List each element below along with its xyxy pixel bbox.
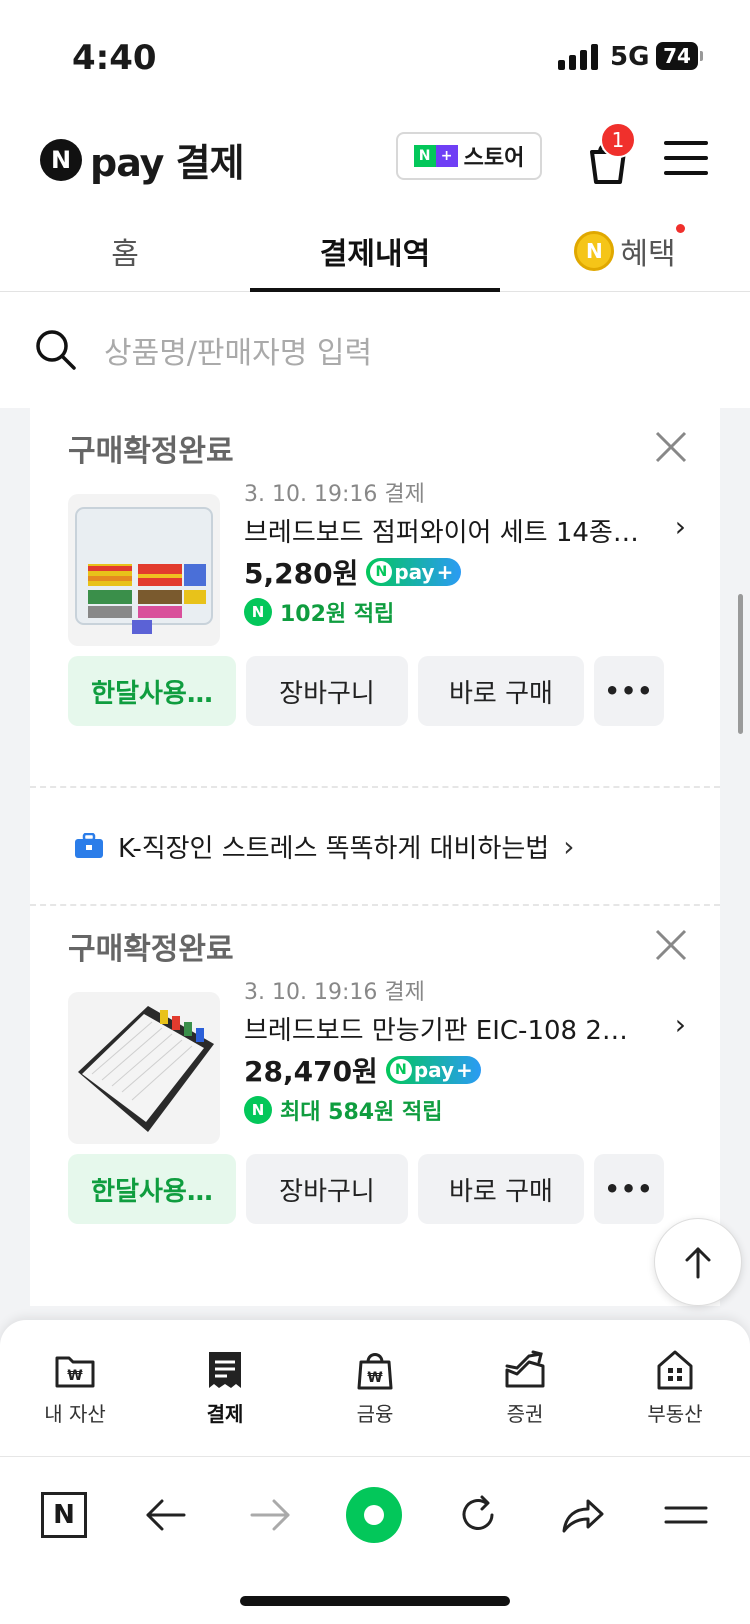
buy-now-button[interactable]: 바로 구매 (418, 656, 584, 726)
monthly-use-button[interactable]: 한달사용… (68, 1154, 236, 1224)
reward-points: N 최대 584원 적립 (244, 1094, 442, 1126)
refresh-button[interactable] (448, 1485, 508, 1545)
nav-real-estate[interactable]: 부동산 (600, 1348, 750, 1456)
svg-text:₩: ₩ (67, 1368, 83, 1384)
browser-menu-button[interactable] (656, 1485, 716, 1545)
naver-home-button[interactable]: N (34, 1485, 94, 1545)
nav-stocks[interactable]: 증권 (450, 1348, 600, 1456)
order-status: 구매확정완료 (68, 932, 234, 967)
share-arrow-icon (562, 1499, 604, 1533)
brand-title: pay 결제 (90, 141, 245, 185)
status-bar: 4:40 5G 74 (0, 0, 750, 110)
add-to-cart-button[interactable]: 장바구니 (246, 1154, 408, 1224)
naver-n-icon: N (41, 1492, 87, 1538)
wallet-folder-icon: ₩ (55, 1356, 95, 1388)
search-icon (36, 330, 76, 370)
money-bag-icon: ₩ (357, 1353, 393, 1390)
add-to-cart-button[interactable]: 장바구니 (246, 656, 408, 726)
product-title[interactable]: 브레드보드 점퍼와이어 세트 14종 … (244, 512, 644, 549)
naver-point-icon: N (244, 1096, 272, 1124)
scroll-to-top-button[interactable] (654, 1218, 742, 1306)
arrow-up-icon (685, 1247, 711, 1279)
main-tabs: 홈 결제내역 N 혜택 (0, 210, 750, 292)
briefcase-icon (75, 833, 103, 858)
share-button[interactable] (552, 1485, 612, 1545)
bottom-navigation: ₩ 내 자산 결제 ₩ 금융 증권 부동산 (0, 1320, 750, 1456)
n-icon: N (389, 1059, 412, 1081)
n-icon: N (370, 561, 393, 583)
arrow-left-icon (146, 1499, 186, 1531)
tab-benefits[interactable]: N 혜택 (500, 210, 750, 291)
order-actions: 한달사용… 장바구니 바로 구매 ••• (68, 1154, 664, 1224)
reward-points: N 102원 적립 (244, 596, 394, 628)
product-thumbnail[interactable] (68, 992, 220, 1144)
price-row: 5,280원 N pay + (244, 552, 462, 592)
signal-icon (558, 44, 598, 70)
banner-text: K-직장인 스트레스 똑똑하게 대비하는법 (118, 833, 550, 864)
monthly-use-button[interactable]: 한달사용… (68, 656, 236, 726)
nav-finance[interactable]: ₩ 금융 (300, 1348, 450, 1456)
new-dot-indicator (676, 224, 685, 233)
promo-banner[interactable]: K-직장인 스트레스 똑똑하게 대비하는법 › (30, 786, 720, 906)
menu-lines-icon (664, 1506, 708, 1524)
buy-now-button[interactable]: 바로 구매 (418, 1154, 584, 1224)
battery-icon: 74 (656, 42, 703, 70)
naver-point-icon: N (244, 598, 272, 626)
n-coin-icon: N (574, 230, 615, 271)
store-button-label: 스토어 (463, 146, 525, 171)
svg-text:₩: ₩ (367, 1370, 383, 1386)
arrow-right-icon (250, 1499, 290, 1531)
receipt-icon (209, 1352, 241, 1388)
order-meta: 3. 10. 19:16 결제 (244, 980, 425, 1005)
home-indicator (240, 1596, 510, 1606)
naver-plus-icon: N + (413, 145, 458, 167)
house-icon (657, 1350, 693, 1390)
npay-logo[interactable]: N pay 결제 (40, 132, 245, 187)
network-label: 5G (610, 42, 650, 72)
search-bar[interactable]: 상품명/판매자명 입력 (0, 292, 750, 408)
more-options-button[interactable]: ••• (594, 656, 664, 726)
order-status: 구매확정완료 (68, 434, 234, 469)
forward-button[interactable] (240, 1485, 300, 1545)
breadboard-image (78, 1006, 214, 1132)
npay-plus-badge: N pay + (366, 558, 462, 586)
scrollbar[interactable] (738, 594, 743, 734)
tab-home[interactable]: 홈 (0, 210, 250, 291)
stock-chart-icon (505, 1350, 545, 1388)
order-meta: 3. 10. 19:16 결제 (244, 482, 425, 507)
order-card: 구매확정완료 3. 10. 19:16 결제 브레드보드 점퍼와이어 세트 14… (30, 408, 720, 786)
search-input[interactable]: 상품명/판매자명 입력 (104, 328, 372, 372)
nav-payment[interactable]: 결제 (150, 1348, 300, 1456)
product-price: 28,470원 (244, 1055, 378, 1088)
store-button[interactable]: N + 스토어 (396, 132, 542, 180)
close-icon[interactable] (654, 430, 688, 464)
tab-payment-history[interactable]: 결제내역 (250, 210, 500, 292)
order-card: 구매확정완료 3. 10. 19:16 결제 브레드보드 만능기판 EIC-10… (30, 906, 720, 1306)
npay-plus-badge: N pay + (385, 1056, 481, 1084)
order-list: 구매확정완료 3. 10. 19:16 결제 브레드보드 점퍼와이어 세트 14… (30, 408, 720, 1306)
green-dot-button[interactable] (344, 1485, 404, 1545)
refresh-icon (462, 1495, 494, 1530)
price-row: 28,470원 N pay + (244, 1050, 481, 1090)
jumper-wire-kit-image (75, 507, 213, 634)
more-options-button[interactable]: ••• (594, 1154, 664, 1224)
status-time: 4:40 (72, 38, 157, 78)
product-title[interactable]: 브레드보드 만능기판 EIC-108 21… (244, 1010, 644, 1047)
product-thumbnail[interactable] (68, 494, 220, 646)
product-price: 5,280원 (244, 557, 359, 590)
green-circle-icon (346, 1487, 402, 1543)
order-actions: 한달사용… 장바구니 바로 구매 ••• (68, 656, 664, 726)
chevron-right-icon[interactable]: › (675, 510, 686, 543)
cart-count-badge: 1 (600, 122, 636, 158)
close-icon[interactable] (654, 928, 688, 962)
back-button[interactable] (136, 1485, 196, 1545)
nav-my-assets[interactable]: ₩ 내 자산 (0, 1348, 150, 1456)
chevron-right-icon[interactable]: › (675, 1008, 686, 1041)
chevron-right-icon: › (563, 829, 575, 863)
hamburger-menu-icon[interactable] (664, 136, 708, 180)
naver-logo-icon: N (40, 138, 82, 181)
app-header: N pay 결제 N + 스토어 1 (0, 110, 750, 210)
